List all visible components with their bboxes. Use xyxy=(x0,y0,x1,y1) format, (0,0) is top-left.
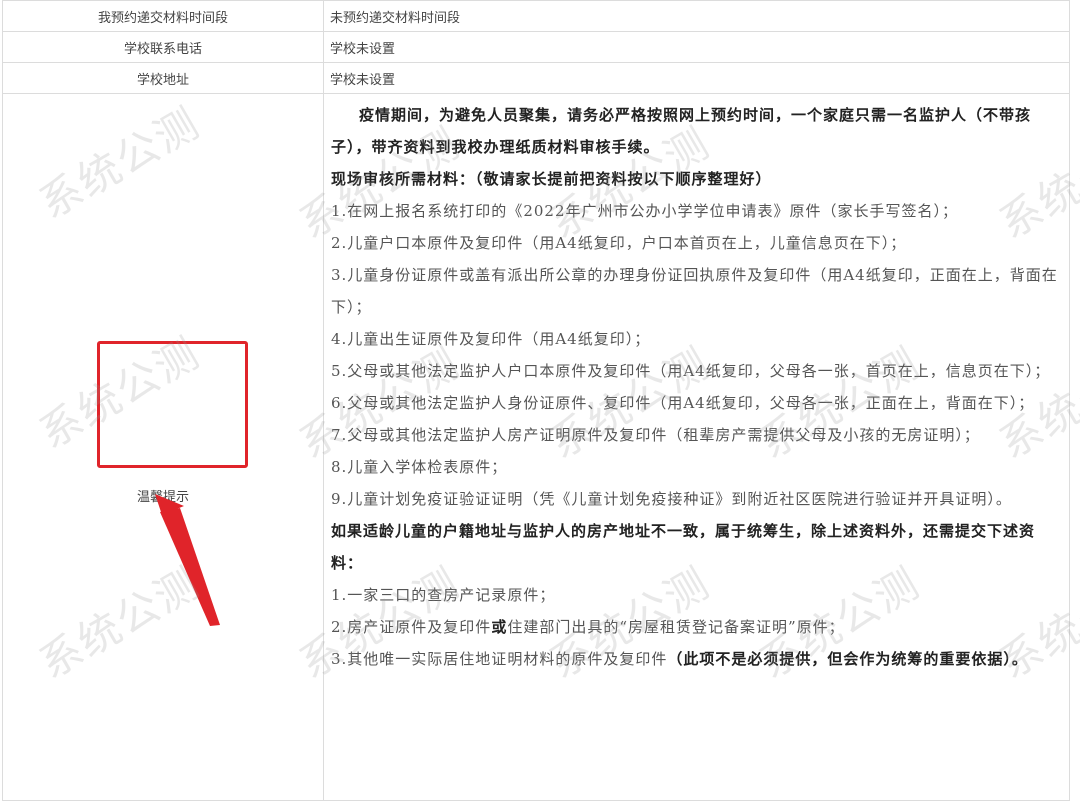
table-row: 学校地址 学校未设置 xyxy=(2,62,1070,94)
extra-heading: 如果适龄儿童的户籍地址与监护人的房产地址不一致，属于统筹生，除上述资料外，还需提… xyxy=(331,522,1036,572)
list-item: 1.一家三口的查房产记录原件； xyxy=(331,586,556,604)
row-value: 未预约递交材料时间段 xyxy=(323,0,1070,32)
list-item: 3.其他唯一实际居住地证明材料的原件及复印件（此项不是必须提供，但会作为统筹的重… xyxy=(331,643,1062,675)
list-item: 2.房产证原件及复印件或住建部门出具的“房屋租赁登记备案证明”原件； xyxy=(331,611,1062,643)
row-label: 学校地址 xyxy=(2,62,324,94)
table-row: 学校联系电话 学校未设置 xyxy=(2,31,1070,63)
row-value: 学校未设置 xyxy=(323,62,1070,94)
list-item: 3.儿童身份证原件或盖有派出所公章的办理身份证回执原件及复印件（用A4纸复印，正… xyxy=(331,266,1058,316)
list-item: 5.父母或其他法定监护人户口本原件及复印件（用A4纸复印，父母各一张，首页在上，… xyxy=(331,362,1051,380)
item-text: 2.房产证原件及复印件 xyxy=(331,618,492,636)
notice-content-cell: 疫情期间，为避免人员聚集，请务必严格按照网上预约时间，一个家庭只需一名监护人（不… xyxy=(323,93,1070,801)
list-item: 9.儿童计划免疫证验证证明（凭《儿童计划免疫接种证》到附近社区医院进行验证并开具… xyxy=(331,490,1012,508)
list-item: 8.儿童入学体检表原件； xyxy=(331,458,508,476)
item-bold-text: 或 xyxy=(491,618,508,636)
row-label: 学校联系电话 xyxy=(2,31,324,63)
notice-content: 疫情期间，为避免人员聚集，请务必严格按照网上预约时间，一个家庭只需一名监护人（不… xyxy=(325,95,1068,799)
item-text: 3.其他唯一实际居住地证明材料的原件及复印件 xyxy=(331,650,668,668)
list-item: 1.在网上报名系统打印的《2022年广州市公办小学学位申请表》原件（家长手写签名… xyxy=(331,202,958,220)
notice-intro: 疫情期间，为避免人员聚集，请务必严格按照网上预约时间，一个家庭只需一名监护人（不… xyxy=(331,106,1032,156)
table-row: 我预约递交材料时间段 未预约递交材料时间段 xyxy=(2,0,1070,32)
row-value: 学校未设置 xyxy=(323,31,1070,63)
list-item: 7.父母或其他法定监护人房产证明原件及复印件（租辈房产需提供父母及小孩的无房证明… xyxy=(331,426,980,444)
required-heading: 现场审核所需材料：（敬请家长提前把资料按以下顺序整理好） xyxy=(331,170,772,188)
list-item: 4.儿童出生证原件及复印件（用A4纸复印）； xyxy=(331,330,651,348)
list-item: 2.儿童户口本原件及复印件（用A4纸复印，户口本首页在上，儿童信息页在下）； xyxy=(331,234,907,252)
arrow-annotation-icon xyxy=(155,494,220,626)
item-bold-text: （此项不是必须提供，但会作为统筹的重要依据）。 xyxy=(667,650,1028,668)
row-label: 我预约递交材料时间段 xyxy=(2,0,324,32)
item-text: 住建部门出具的“房屋租赁登记备案证明”原件； xyxy=(507,618,845,636)
list-item: 6.父母或其他法定监护人身份证原件、复印件（用A4纸复印，父母各一张，正面在上，… xyxy=(331,394,1035,412)
